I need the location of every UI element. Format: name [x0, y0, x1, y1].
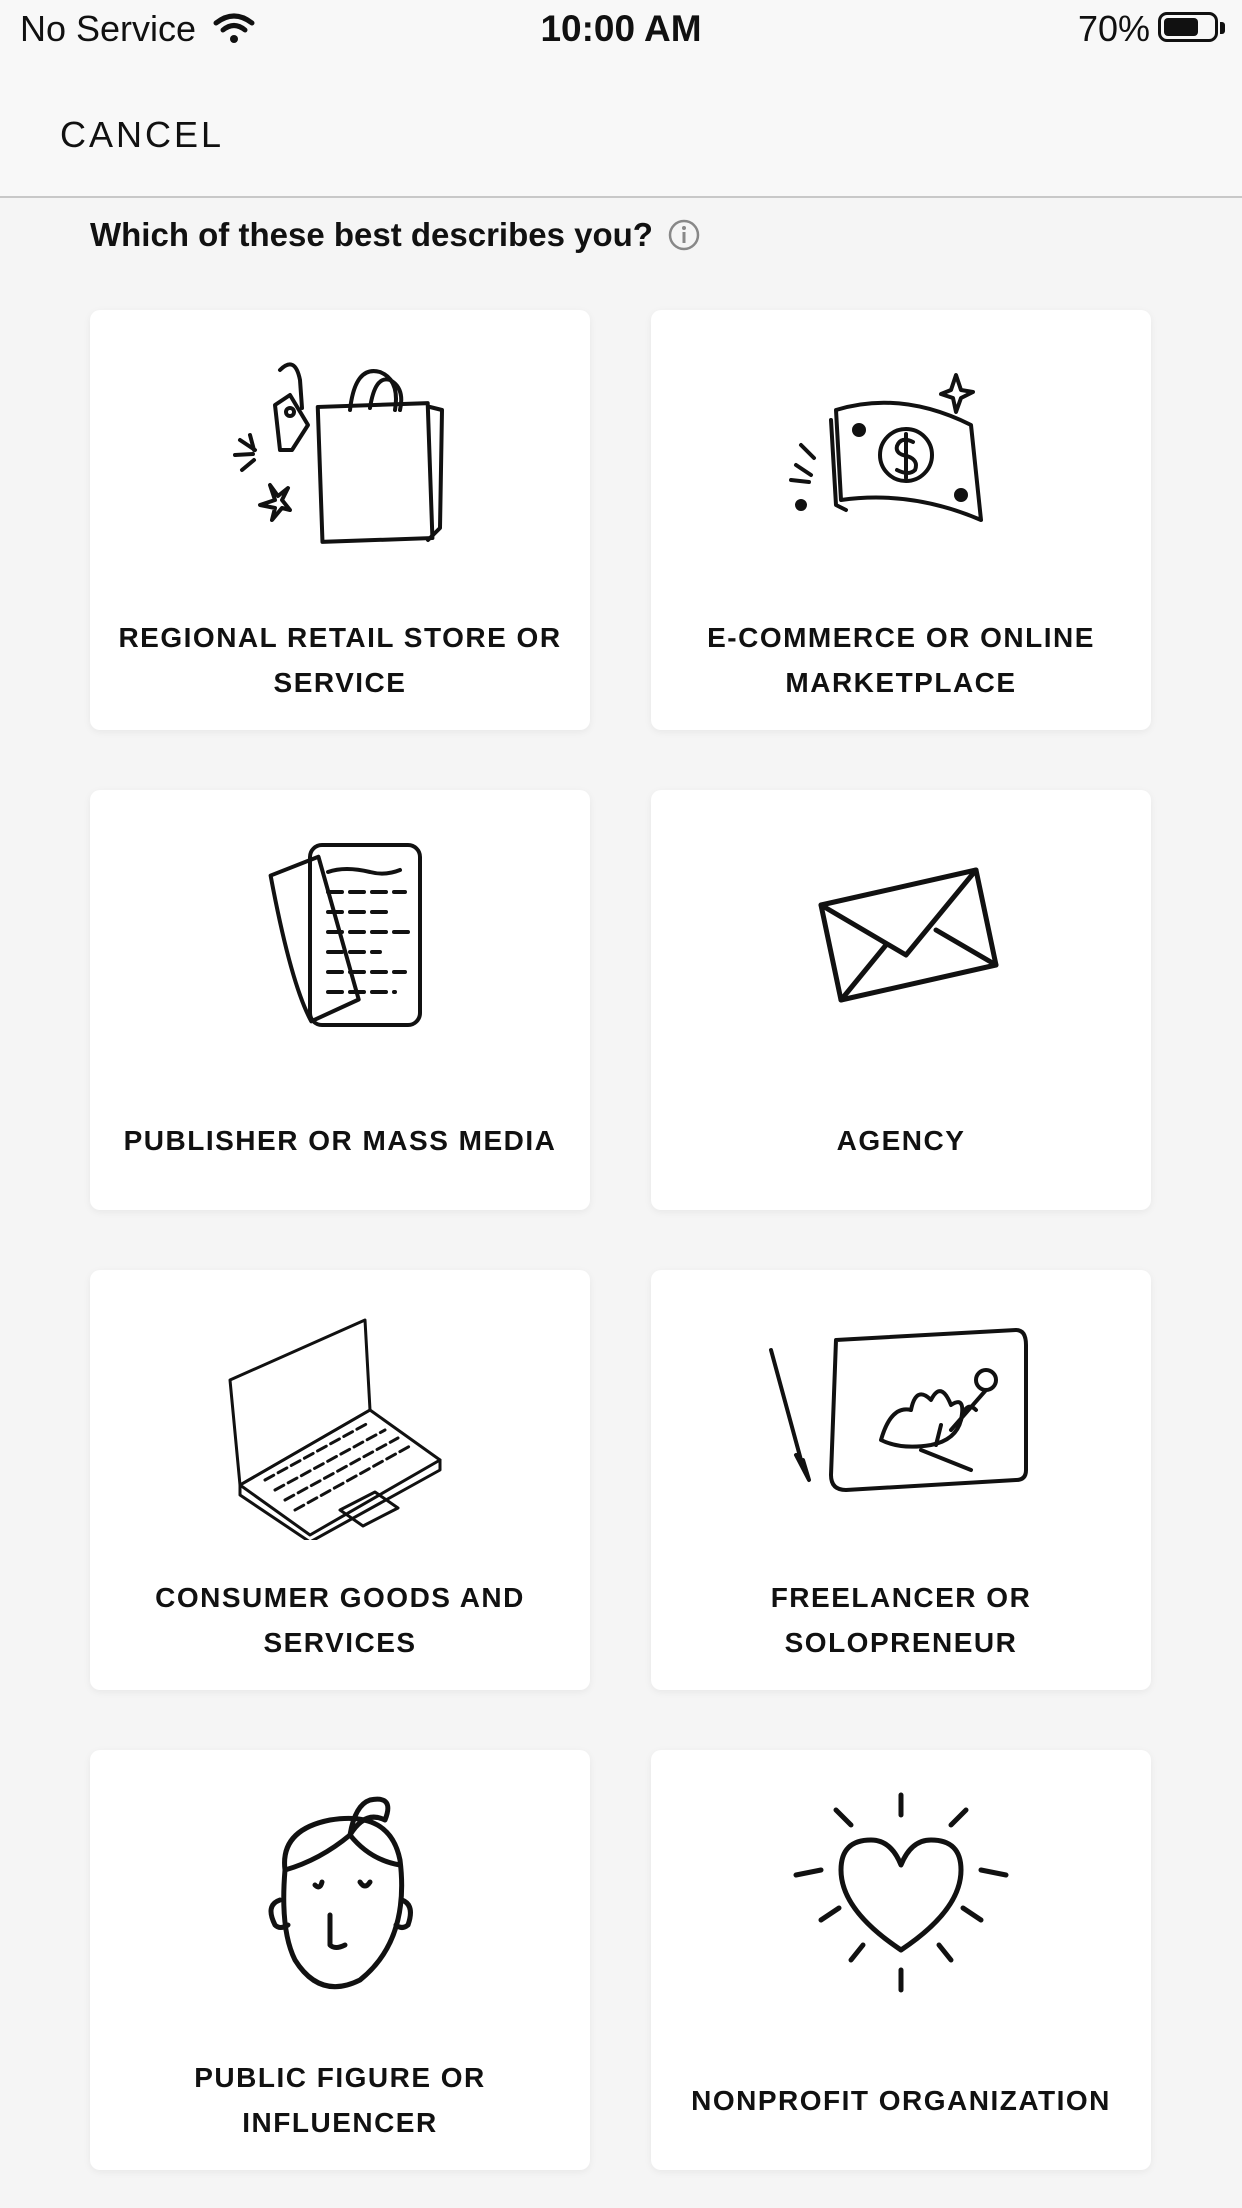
envelope-icon [818, 867, 999, 1003]
status-right: 70% [1078, 8, 1226, 50]
canvas-painting-icon [769, 1328, 1028, 1492]
option-card-publisher[interactable]: PUBLISHER OR MASS MEDIA [90, 790, 590, 1210]
option-card-retail[interactable]: REGIONAL RETAIL STORE OR SERVICE [90, 310, 590, 730]
battery-percentage: 70% [1077, 8, 1150, 49]
option-card-public-figure[interactable]: PUBLIC FIGURE OR INFLUENCER [90, 1750, 590, 2170]
option-label: PUBLISHER OR MASS MEDIA [123, 1124, 557, 1156]
heart-icon [793, 1792, 1009, 1993]
question-heading: Which of these best describes you? [90, 216, 701, 254]
option-label: REGIONAL RETAIL STORE OR SERVICE [118, 622, 562, 698]
cancel-button[interactable]: CANCEL [60, 114, 224, 156]
option-card-consumer-goods[interactable]: CONSUMER GOODS AND SERVICES [90, 1270, 590, 1690]
option-label: E-COMMERCE OR ONLINE MARKETPLACE [707, 622, 1095, 698]
status-bar: No Service 10:00 AM 70% [0, 0, 1242, 64]
option-card-agency[interactable]: AGENCY [651, 790, 1151, 1210]
option-label: PUBLIC FIGURE OR INFLUENCER [194, 2062, 486, 2138]
option-label: AGENCY [836, 1124, 966, 1156]
nav-bar: CANCEL [0, 64, 1242, 198]
info-icon[interactable] [667, 218, 701, 252]
option-card-freelancer[interactable]: FREELANCER OR SOLOPRENEUR [651, 1270, 1151, 1690]
face-icon [268, 1796, 413, 1990]
documents-icon [268, 843, 422, 1027]
shopping-bag-icon [233, 362, 444, 544]
option-card-ecommerce[interactable]: E-COMMERCE OR ONLINE MARKETPLACE [651, 310, 1151, 730]
laptop-icon [228, 1318, 442, 1540]
clock: 10:00 AM [540, 8, 702, 49]
option-card-nonprofit[interactable]: NONPROFIT ORGANIZATION [651, 1750, 1151, 2170]
money-bill-icon [789, 373, 983, 522]
option-label: NONPROFIT ORGANIZATION [691, 2084, 1111, 2116]
option-label: CONSUMER GOODS AND SERVICES [155, 1582, 525, 1658]
battery-icon [1158, 12, 1226, 46]
option-label: FREELANCER OR SOLOPRENEUR [770, 1582, 1032, 1658]
page-title: Which of these best describes you? [90, 216, 653, 253]
